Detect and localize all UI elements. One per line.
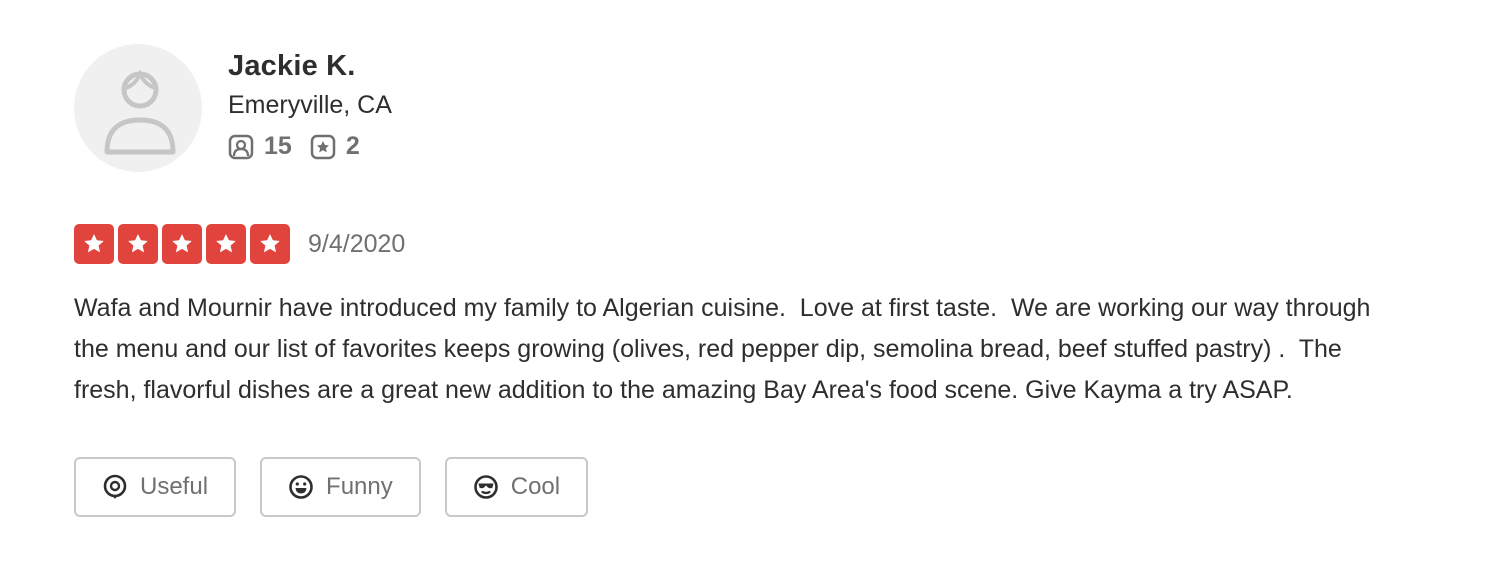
reviews-stat: 2: [310, 132, 360, 161]
default-user-icon: [104, 69, 176, 155]
rating-row: 9/4/2020: [74, 224, 1404, 264]
review-text: Wafa and Mournir have introduced my fami…: [74, 294, 1378, 404]
star-icon: [162, 224, 202, 264]
star-icon: [74, 224, 114, 264]
friends-icon: [228, 134, 254, 159]
star-icon: [206, 224, 246, 264]
review-star-icon: [310, 134, 336, 159]
friends-count: 15: [264, 132, 292, 160]
star-icon: [118, 224, 158, 264]
reviews-count: 2: [345, 132, 360, 160]
user-stats: 15 2: [228, 132, 392, 161]
avatar[interactable]: [74, 44, 202, 172]
cool-label: Cool: [510, 473, 561, 500]
funny-button[interactable]: Funny: [260, 457, 421, 517]
star-icon: [250, 224, 290, 264]
user-name[interactable]: Jackie K.: [228, 48, 392, 84]
funny-label: Funny: [326, 473, 393, 500]
review-card: Jackie K. Emeryville, CA 15 2 9/4/2020 W…: [74, 44, 1404, 517]
user-location: Emeryville, CA: [228, 91, 392, 119]
user-info: Jackie K. Emeryville, CA 15 2: [228, 48, 392, 161]
reaction-buttons: Useful Funny Cool: [74, 457, 1404, 517]
star-rating: [74, 224, 290, 264]
user-passport: Jackie K. Emeryville, CA 15 2: [74, 44, 1404, 176]
useful-button[interactable]: Useful: [74, 457, 237, 517]
useful-label: Useful: [140, 473, 209, 500]
review-date: 9/4/2020: [308, 229, 406, 258]
laughing-face-icon: [289, 475, 313, 499]
lightbulb-icon: [103, 474, 127, 499]
friends-stat: 15: [228, 132, 292, 161]
sunglasses-face-icon: [473, 475, 498, 499]
cool-button[interactable]: Cool: [444, 457, 589, 517]
